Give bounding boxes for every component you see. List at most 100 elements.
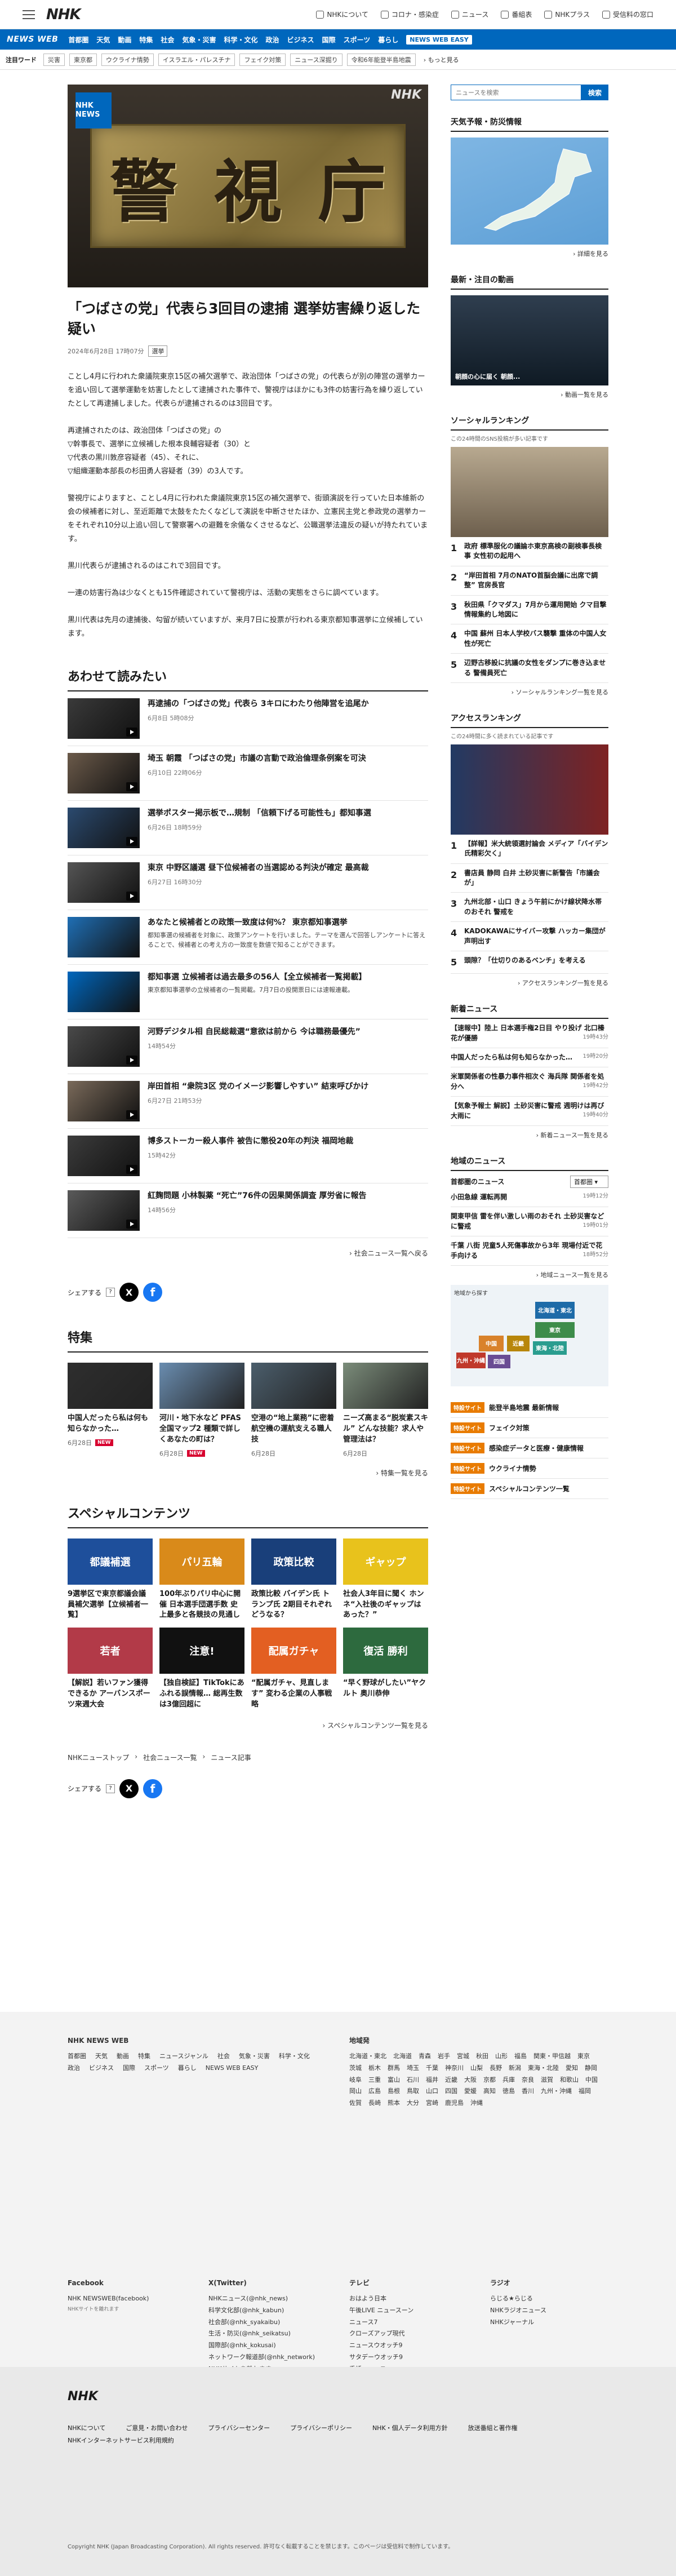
- special-card[interactable]: 都議補選 9選挙区で東京都議会議員補欠選挙【立候補者一覧】: [68, 1538, 153, 1621]
- feature-card[interactable]: 河川・地下水など PFAS全国マップ2 種類で詳しくあなたの町は？ 6月28日 NE…: [159, 1363, 244, 1458]
- footer-region-link[interactable]: 岐阜: [349, 2074, 362, 2086]
- related-item[interactable]: 紅麹問題 小林製薬 “死亡”76件の因果関係調査 厚労省に報告 14時56分: [68, 1183, 428, 1239]
- footer-link[interactable]: 特集: [138, 2051, 150, 2063]
- footer-link[interactable]: ビジネス: [89, 2063, 114, 2074]
- facebook-share-icon[interactable]: f: [143, 1779, 163, 1798]
- nav-feature[interactable]: 特集: [139, 35, 153, 45]
- footer-tv-link[interactable]: 午後LIVE ニュースーン: [349, 2305, 473, 2317]
- footer-link[interactable]: 政治: [68, 2063, 80, 2074]
- region-kinki[interactable]: 近畿: [507, 1335, 530, 1351]
- special-card[interactable]: 政策比較 政策比較 バイデン氏 トランプ氏 2期目それぞれどうなる？: [251, 1538, 336, 1621]
- about-nhk-link[interactable]: NHKについて: [316, 10, 368, 19]
- footer-region-link[interactable]: 大阪: [464, 2074, 477, 2086]
- feature-card[interactable]: ニーズ高まる“脱炭素スキル” どんな技能？求人や管理法は？ 6月28日: [343, 1363, 428, 1458]
- nav-science[interactable]: 科学・文化: [224, 35, 257, 45]
- footer-x-link[interactable]: 生活・防災(@nhk_seikatsu): [208, 2328, 332, 2340]
- footer-x-link[interactable]: 国際部(@nhk_kokusai): [208, 2340, 332, 2352]
- tag-fake[interactable]: フェイク対策: [239, 53, 286, 66]
- footer-region-link[interactable]: 北海道・東北: [349, 2051, 386, 2063]
- news-list-item[interactable]: 千葉 八街 児童5人死傷事故から3年 現場付近で花手向ける 18時52分: [451, 1236, 608, 1266]
- footer-link[interactable]: 首都圏: [68, 2051, 86, 2063]
- footer-region-link[interactable]: 鹿児島: [445, 2098, 464, 2109]
- footer-region-link[interactable]: 山形: [495, 2051, 508, 2063]
- footer-bottom-logo[interactable]: NHK: [68, 2389, 98, 2404]
- footer-region-link[interactable]: 四国: [445, 2086, 457, 2098]
- footer-bottom-link[interactable]: プライバシーセンター: [208, 2423, 270, 2432]
- footer-link[interactable]: NEWS WEB EASY: [206, 2063, 259, 2074]
- footer-region-link[interactable]: 香川: [522, 2086, 534, 2098]
- footer-region-link[interactable]: 山口: [426, 2086, 438, 2098]
- footer-region-link[interactable]: 大分: [407, 2098, 419, 2109]
- ranking-item[interactable]: 3 九州北部・山口 きょう午前にかけ線状降水帯のおそれ 警戒を: [451, 893, 608, 923]
- footer-link[interactable]: 国際: [123, 2063, 135, 2074]
- footer-region-link[interactable]: 福岡: [579, 2086, 591, 2098]
- footer-region-link[interactable]: 和歌山: [560, 2074, 579, 2086]
- footer-region-link[interactable]: 福井: [426, 2074, 438, 2086]
- footer-region-link[interactable]: 島根: [388, 2086, 400, 2098]
- footer-region-link[interactable]: 福島: [514, 2051, 527, 2063]
- footer-region-link[interactable]: 愛知: [566, 2063, 578, 2074]
- footer-region-link[interactable]: 宮城: [457, 2051, 469, 2063]
- footer-region-link[interactable]: 神奈川: [445, 2063, 464, 2074]
- region-hokkaido-tohoku[interactable]: 北海道・東北: [535, 1301, 575, 1319]
- footer-region-link[interactable]: 東海・北陸: [528, 2063, 559, 2074]
- footer-region-link[interactable]: 熊本: [388, 2098, 400, 2109]
- feature-more-link[interactable]: › 特集一覧を見る: [68, 1468, 428, 1478]
- footer-region-link[interactable]: 高知: [483, 2086, 496, 2098]
- footer-region-link[interactable]: 長野: [490, 2063, 502, 2074]
- footer-link[interactable]: 動画: [117, 2051, 129, 2063]
- region-select[interactable]: 首都圏 ▾: [570, 1175, 608, 1188]
- region-tokai[interactable]: 東海・北陸: [533, 1341, 567, 1355]
- ranking-item[interactable]: 3 秋田県「クマダス」7月から運用開始 クマ目撃情報集約し地図に: [451, 596, 608, 625]
- region-kanto[interactable]: 東京: [535, 1322, 575, 1338]
- footer-region-link[interactable]: 広島: [368, 2086, 381, 2098]
- region-kyushu[interactable]: 九州・沖縄: [456, 1352, 486, 1368]
- news-list-item[interactable]: 【速報中】陸上 日本選手権2日目 やり投げ 北口榛花が優勝 19時43分: [451, 1019, 608, 1048]
- tag-noto[interactable]: 令和6年能登半島地震: [346, 53, 416, 66]
- footer-tv-link[interactable]: おはよう日本: [349, 2293, 473, 2305]
- footer-region-link[interactable]: 茨城: [349, 2063, 362, 2074]
- footer-x-link[interactable]: 科学文化部(@nhk_kabun): [208, 2305, 332, 2317]
- latest-more-link[interactable]: › 新着ニュース一覧を見る: [451, 1130, 608, 1140]
- search-input[interactable]: [451, 85, 581, 100]
- news-link[interactable]: ニュース: [451, 10, 488, 19]
- footer-tv-link[interactable]: ニュースウオッチ9: [349, 2340, 473, 2352]
- footer-bottom-link[interactable]: 放送番組と著作権: [468, 2423, 518, 2432]
- news-list-item[interactable]: 小田急線 運転再開 19時12分: [451, 1188, 608, 1208]
- footer-region-link[interactable]: 徳島: [502, 2086, 515, 2098]
- tag-disaster[interactable]: 災害: [43, 53, 65, 66]
- program-link[interactable]: 番組表: [501, 10, 532, 19]
- ranking-item[interactable]: 5 頭隙？「仕切りのあるベンチ」を考える: [451, 951, 608, 974]
- ranking-item[interactable]: 2 書店員 静岡 白井 土砂災害に新警告「市議会が」: [451, 864, 608, 893]
- nhk-logo[interactable]: NHK: [46, 6, 81, 23]
- feature-card[interactable]: 空港の“地上業務”に密着 航空機の運航支える職人技 6月28日: [251, 1363, 336, 1458]
- special-site-link[interactable]: 特設サイト スペシャルコンテンツ一覧: [451, 1479, 608, 1499]
- footer-region-link[interactable]: 東京: [577, 2051, 590, 2063]
- footer-link[interactable]: 社会: [217, 2051, 230, 2063]
- region-chugoku[interactable]: 中国: [479, 1335, 504, 1351]
- footer-region-link[interactable]: 新潟: [509, 2063, 521, 2074]
- footer-region-link[interactable]: 長崎: [368, 2098, 381, 2109]
- special-card[interactable]: ギャップ 社会人3年目に聞く ホンネ“入社後のギャップはあった？”: [343, 1538, 428, 1621]
- footer-region-link[interactable]: 奈良: [522, 2074, 534, 2086]
- footer-region-link[interactable]: 千葉: [426, 2063, 438, 2074]
- nav-disaster[interactable]: 気象・災害: [182, 35, 216, 45]
- footer-tv-link[interactable]: ニュース7: [349, 2317, 473, 2329]
- special-site-link[interactable]: 特設サイト フェイク対策: [451, 1418, 608, 1438]
- menu-icon[interactable]: [23, 10, 35, 19]
- nav-sports[interactable]: スポーツ: [344, 35, 371, 45]
- footer-region-link[interactable]: 愛媛: [464, 2086, 477, 2098]
- special-site-link[interactable]: 特設サイト ウクライナ情勢: [451, 1458, 608, 1479]
- search-button[interactable]: 検索: [581, 85, 608, 100]
- footer-x-link[interactable]: ネットワーク報道部(@nhk_network): [208, 2352, 332, 2364]
- footer-region-link[interactable]: 埼玉: [407, 2063, 419, 2074]
- footer-link[interactable]: 暮らし: [178, 2063, 197, 2074]
- weather-map[interactable]: [451, 138, 608, 245]
- tags-more-link[interactable]: › もっと見る: [424, 55, 459, 64]
- related-item[interactable]: 都知事選 立候補者は過去最多の56人【全立候補者一覧掲載】 東京都知事選挙の立候補…: [68, 965, 428, 1020]
- special-site-link[interactable]: 特設サイト 感染症データと医療・健康情報: [451, 1438, 608, 1458]
- footer-bottom-link[interactable]: プライバシーポリシー: [290, 2423, 352, 2432]
- feature-card[interactable]: 中国人だったら私は何も知らなかった… 6月28日 NEW: [68, 1363, 153, 1458]
- region-map[interactable]: 地域から探す 北海道・東北 東京 近畿 中国 九州・沖縄 四国 東海・北陸: [451, 1284, 608, 1386]
- special-card[interactable]: パリ五輪 100年ぶりパリ中心に開催 日本選手団選手数 史上最多と各競技の見通し: [159, 1538, 244, 1621]
